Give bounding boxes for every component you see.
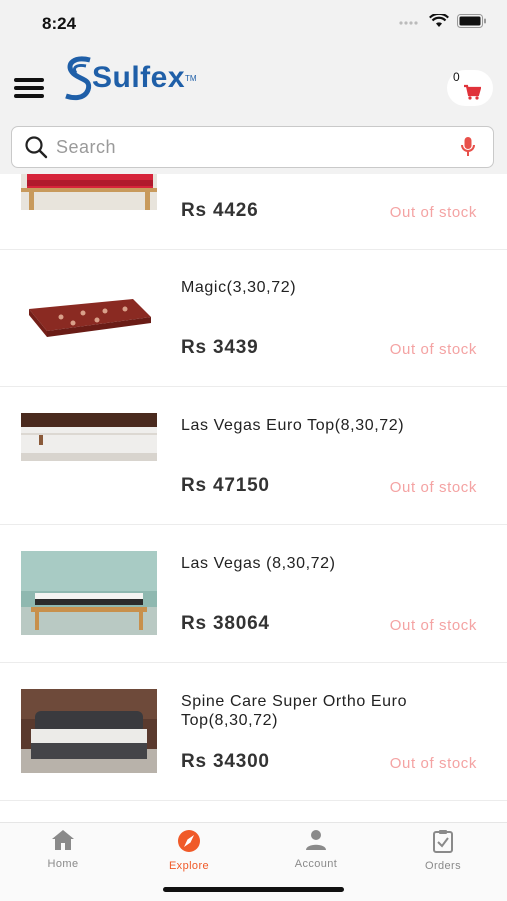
tab-orders[interactable]: Orders [398,829,488,872]
search-input[interactable]: Search [56,137,116,158]
stock-status: Out of stock [389,755,477,772]
product-price: Rs 3439 [181,337,259,358]
product-list: Rs 4426 Out of stock Magic(3,30,72) Rs 3… [0,174,507,822]
cart-button[interactable]: 0 [447,70,493,106]
product-name: Las Vegas (8,30,72) [181,555,336,572]
search-icon [25,136,48,159]
battery-icon [457,14,486,28]
tab-explore[interactable]: Explore [144,829,234,872]
stock-status: Out of stock [389,204,477,221]
cellular-signal-icon [399,21,418,25]
product-item[interactable]: Las Vegas (8,30,72) Rs 38064 Out of stoc… [0,525,507,663]
cart-count-badge: 0 [453,70,460,84]
logo-trademark: TM [185,73,197,83]
product-name: Spine Care Super Ortho Euro Top(8,30,72) [181,693,408,729]
cart-icon [464,84,481,100]
tab-label: Explore [168,860,210,872]
product-image [21,275,157,359]
app-header: Sulfex TM 0 Search [0,48,507,174]
hamburger-menu-icon[interactable] [14,78,44,100]
product-item[interactable]: Las Vegas Euro Top(8,30,72) Rs 47150 Out… [0,387,507,525]
sulfex-s-swoosh-icon [65,56,92,101]
logo-text: Sulfex [92,61,186,94]
brand-logo: Sulfex TM [64,52,197,104]
microphone-icon[interactable] [461,136,475,158]
product-image [21,551,157,635]
tab-label: Orders [424,860,462,872]
status-time: 8:24 [42,14,77,33]
tab-home[interactable]: Home [18,829,108,870]
product-price: Rs 38064 [181,613,270,634]
product-name: Magic(3,30,72) [181,279,297,296]
status-bar: 8:24 [0,0,507,48]
product-item[interactable]: Spine Care Super Ortho Euro Top(8,30,72)… [0,663,507,801]
product-item[interactable]: Magic(3,30,72) Rs 3439 Out of stock [0,249,507,387]
home-icon [52,830,74,850]
product-image [21,174,157,210]
search-bar[interactable]: Search [11,126,494,168]
status-icons [399,14,487,28]
stock-status: Out of stock [389,341,477,358]
product-image [21,689,157,773]
wifi-icon [429,14,449,27]
tab-account[interactable]: Account [271,829,361,870]
product-name: Las Vegas Euro Top(8,30,72) [181,417,405,434]
product-price: Rs 47150 [181,475,270,496]
clipboard-check-icon [433,830,453,853]
product-image [21,413,157,497]
stock-status: Out of stock [389,479,477,496]
compass-icon [178,830,200,852]
tab-label: Home [47,858,79,870]
person-icon [306,830,326,850]
product-price: Rs 34300 [181,751,270,772]
tab-label: Account [294,858,338,870]
home-indicator[interactable] [163,887,344,892]
product-item[interactable]: Rs 4426 Out of stock [0,174,507,250]
product-price: Rs 4426 [181,200,259,221]
stock-status: Out of stock [389,617,477,634]
